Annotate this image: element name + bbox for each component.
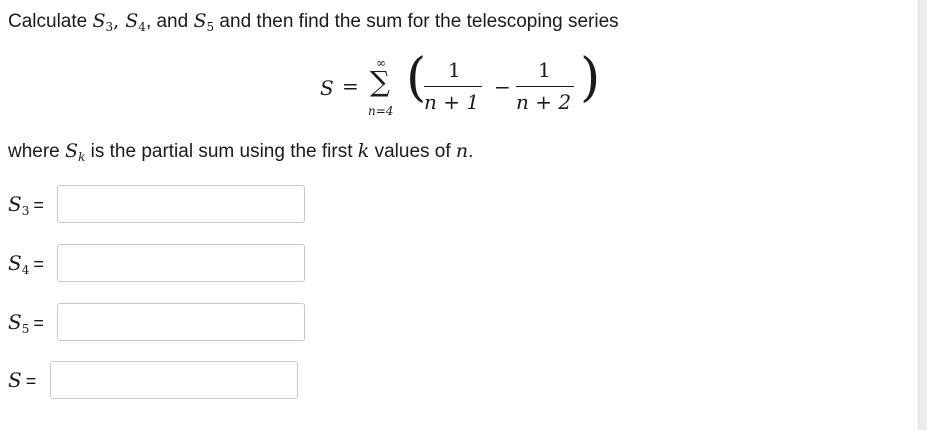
answer-row-s5: S5 = bbox=[8, 303, 328, 343]
where-n: n bbox=[455, 140, 469, 162]
right-paren: ) bbox=[580, 48, 601, 108]
sum-input[interactable] bbox=[50, 361, 298, 399]
partial-sum-note: where Sk is the partial sum using the fi… bbox=[8, 140, 473, 164]
s5-input[interactable] bbox=[57, 303, 305, 341]
answer-row-s: S = bbox=[8, 361, 328, 401]
prompt-s4: S bbox=[125, 10, 139, 32]
formula-minus: − bbox=[494, 75, 511, 99]
prompt-text-and: , and bbox=[145, 11, 194, 32]
series-formula: S = ∞ ∑ n=4 ( 1 n + 1 − 1 n + 2 ) bbox=[318, 48, 618, 122]
where-text-2: is the partial sum using the first bbox=[85, 141, 358, 162]
right-gutter bbox=[918, 0, 927, 430]
s3-input[interactable] bbox=[57, 185, 305, 223]
where-sk: S bbox=[65, 140, 79, 162]
prompt-s5-sub: 5 bbox=[206, 20, 215, 34]
fraction-2-bar bbox=[516, 86, 574, 88]
where-text-3: values of bbox=[369, 141, 456, 162]
sigma-symbol: ∑ bbox=[370, 65, 390, 98]
where-text: where bbox=[8, 141, 66, 162]
where-k: k bbox=[357, 140, 370, 162]
fraction-1-bar bbox=[424, 86, 482, 88]
answer-row-s4: S4 = bbox=[8, 244, 328, 284]
prompt-comma: , bbox=[113, 10, 126, 32]
prompt-s5: S bbox=[193, 10, 207, 32]
answer-label-s4: S4 = bbox=[8, 251, 44, 277]
prompt-s3: S bbox=[92, 10, 106, 32]
formula-equals: = bbox=[342, 74, 359, 98]
fraction-1-denominator: n + 1 bbox=[424, 90, 480, 114]
prompt-text-series: and then find the sum for the telescopin… bbox=[214, 11, 619, 32]
prompt-text: Calculate bbox=[8, 11, 93, 32]
prompt-s4-sub: 4 bbox=[138, 20, 146, 34]
fraction-2-denominator: n + 2 bbox=[516, 90, 572, 114]
formula-lhs: S bbox=[320, 76, 334, 100]
answer-row-s3: S3 = bbox=[8, 185, 328, 225]
fraction-2-numerator: 1 bbox=[538, 58, 551, 82]
answer-label-s3: S3 = bbox=[8, 192, 44, 218]
answer-label-s5: S5 = bbox=[8, 310, 44, 336]
s4-input[interactable] bbox=[57, 244, 305, 282]
fraction-1-numerator: 1 bbox=[448, 58, 461, 82]
question-prompt: Calculate S3, S4, and S5 and then find t… bbox=[8, 10, 619, 34]
where-period: . bbox=[468, 141, 474, 162]
sum-lower-bound: n=4 bbox=[368, 104, 394, 118]
answer-label-s: S = bbox=[8, 368, 37, 392]
